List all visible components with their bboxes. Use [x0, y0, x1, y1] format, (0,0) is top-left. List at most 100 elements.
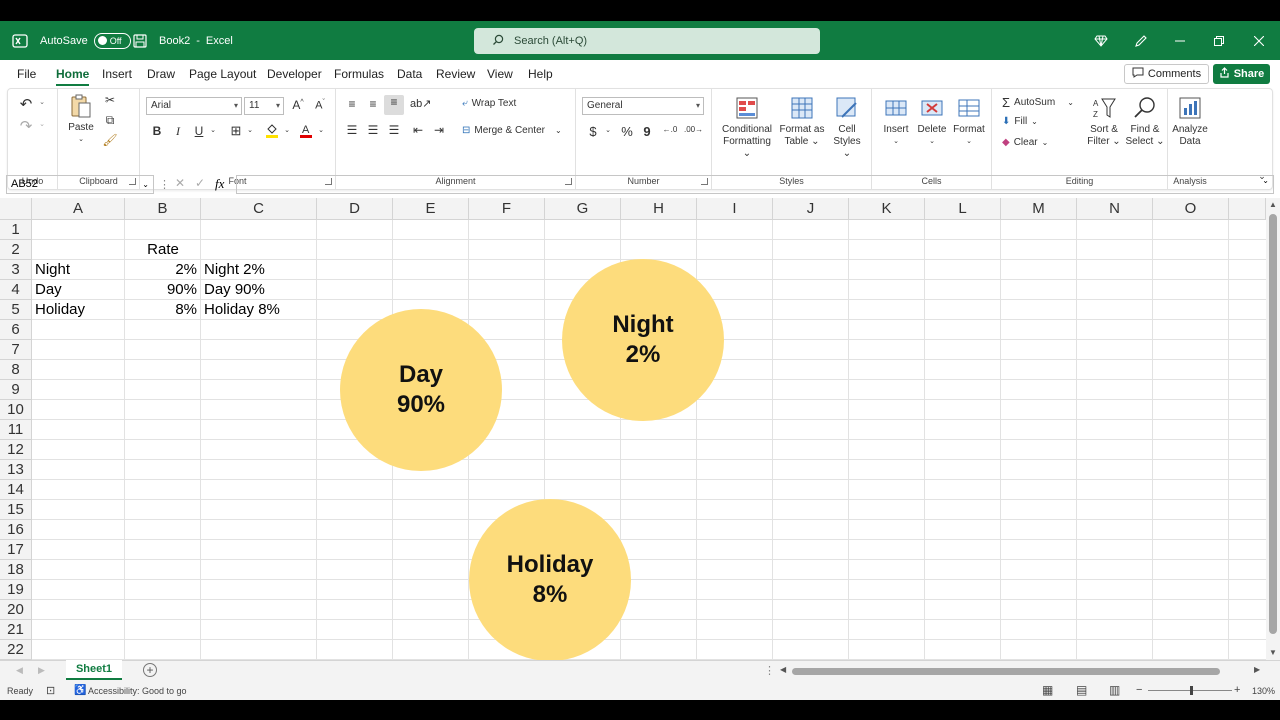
column-header-I[interactable]: I: [697, 198, 773, 220]
tab-insert[interactable]: Insert: [102, 60, 132, 88]
tab-splitter-icon[interactable]: ⋮: [764, 664, 775, 677]
cancel-entry-icon[interactable]: ✕: [175, 176, 185, 190]
align-right-icon[interactable]: ☰: [386, 123, 402, 137]
redo-icon[interactable]: ↷: [18, 117, 34, 135]
tab-data[interactable]: Data: [397, 60, 422, 88]
tab-view[interactable]: View: [487, 60, 513, 88]
percent-button[interactable]: %: [619, 124, 635, 139]
font-size-combo[interactable]: 11 ▾: [244, 97, 284, 115]
align-left-icon[interactable]: ☰: [344, 123, 360, 137]
zoom-level[interactable]: 130%: [1252, 686, 1275, 696]
increase-decimal-icon[interactable]: ←.0: [662, 125, 678, 134]
column-header-F[interactable]: F: [469, 198, 545, 220]
confirm-entry-icon[interactable]: ✓: [195, 176, 205, 190]
column-header-E[interactable]: E: [393, 198, 469, 220]
delete-cells-button[interactable]: Delete ⌄: [914, 95, 950, 148]
save-icon[interactable]: [133, 21, 147, 60]
find-select-button[interactable]: Find & Select ⌄: [1124, 95, 1166, 148]
row-header-6[interactable]: 6: [0, 320, 32, 340]
column-header-K[interactable]: K: [849, 198, 925, 220]
row-header-7[interactable]: 7: [0, 340, 32, 360]
next-sheet-icon[interactable]: ▶: [38, 665, 45, 676]
fill-color-icon[interactable]: [264, 122, 280, 141]
pen-icon[interactable]: [1134, 21, 1148, 60]
vertical-scrollbar[interactable]: ▲ ▼: [1266, 198, 1280, 660]
restore-icon[interactable]: [1214, 21, 1224, 60]
formula-input[interactable]: ⌄: [236, 175, 1274, 194]
number-format-combo[interactable]: General ▾: [582, 97, 704, 115]
cell-styles-button[interactable]: Cell Styles ⌄: [828, 95, 866, 160]
column-header-M[interactable]: M: [1001, 198, 1077, 220]
row-header-20[interactable]: 20: [0, 600, 32, 620]
currency-dropdown-icon[interactable]: ⌄: [600, 126, 616, 134]
bubble-night[interactable]: Night 2%: [562, 259, 724, 421]
paste-button[interactable]: Paste ⌄: [67, 93, 95, 146]
sort-filter-button[interactable]: AZ Sort & Filter ⌄: [1084, 95, 1124, 148]
tab-file[interactable]: File: [17, 60, 36, 88]
redo-dropdown-icon[interactable]: ⌄: [34, 120, 50, 128]
cell-B3[interactable]: 90%: [125, 280, 197, 300]
autosave-toggle[interactable]: AutoSave Off: [40, 21, 131, 60]
autosave-switch[interactable]: Off: [93, 32, 131, 49]
accessibility-icon[interactable]: ♿: [74, 685, 86, 696]
row-header-12[interactable]: 12: [0, 440, 32, 460]
name-box[interactable]: AB52 ⌄: [6, 175, 154, 194]
merge-center-button[interactable]: ⊟ Merge & Center ⌄: [462, 125, 562, 136]
scroll-left-icon[interactable]: ◀: [780, 665, 786, 674]
column-header-H[interactable]: H: [621, 198, 697, 220]
column-header-N[interactable]: N: [1077, 198, 1153, 220]
row-header-13[interactable]: 13: [0, 460, 32, 480]
scroll-up-icon[interactable]: ▲: [1269, 200, 1277, 209]
row-header-3[interactable]: 3: [0, 260, 32, 280]
conditional-formatting-button[interactable]: Conditional Formatting ⌄: [718, 95, 776, 160]
column-header-D[interactable]: D: [317, 198, 393, 220]
column-header-J[interactable]: J: [773, 198, 849, 220]
row-header-16[interactable]: 16: [0, 520, 32, 540]
row-header-4[interactable]: 4: [0, 280, 32, 300]
bold-button[interactable]: B: [149, 124, 165, 138]
decrease-decimal-icon[interactable]: .00→: [684, 125, 703, 134]
tab-home[interactable]: Home: [56, 60, 90, 88]
fill-button[interactable]: ⬇ Fill ⌄: [1002, 116, 1038, 127]
diamond-icon[interactable]: [1094, 21, 1108, 60]
row-header-10[interactable]: 10: [0, 400, 32, 420]
horizontal-scroll-thumb[interactable]: [792, 668, 1220, 675]
column-header-L[interactable]: L: [925, 198, 1001, 220]
align-center-icon[interactable]: ☰: [365, 123, 381, 137]
column-header-A[interactable]: A: [32, 198, 125, 220]
decrease-indent-icon[interactable]: ⇤: [410, 123, 426, 137]
bubble-day[interactable]: Day 90%: [340, 309, 502, 471]
comments-button[interactable]: Comments: [1124, 64, 1209, 84]
autosum-button[interactable]: Σ AutoSum ⌄: [1002, 95, 1074, 110]
minimize-icon[interactable]: [1175, 21, 1185, 60]
accessibility-status[interactable]: Accessibility: Good to go: [88, 686, 187, 696]
cell-C2[interactable]: Night 2%: [204, 260, 265, 280]
tab-formulas[interactable]: Formulas: [334, 60, 384, 88]
italic-button[interactable]: I: [170, 124, 186, 139]
cell-A3[interactable]: Day: [35, 280, 62, 300]
row-header-15[interactable]: 15: [0, 500, 32, 520]
font-color-icon[interactable]: A: [298, 122, 314, 141]
row-header-19[interactable]: 19: [0, 580, 32, 600]
cell-B2[interactable]: 2%: [125, 260, 197, 280]
undo-icon[interactable]: ↶: [18, 95, 34, 113]
comma-button[interactable]: 9: [639, 124, 655, 139]
spreadsheet-grid[interactable]: ABCDEFGHIJKLMNO 1 2 3 4 5 6 7 8 9 10 11 12 13 14 15 16 1…: [0, 198, 1266, 661]
page-layout-view-icon[interactable]: ▤: [1076, 683, 1087, 697]
cut-icon[interactable]: ✂: [102, 93, 118, 107]
row-header-17[interactable]: 17: [0, 540, 32, 560]
zoom-in-icon[interactable]: +: [1234, 684, 1240, 696]
tab-developer[interactable]: Developer: [267, 60, 322, 88]
cell-B4[interactable]: 8%: [125, 300, 197, 320]
align-bottom-icon[interactable]: ≡: [384, 95, 404, 115]
align-top-icon[interactable]: ≡: [344, 97, 360, 111]
column-header-C[interactable]: C: [201, 198, 317, 220]
cell-B1[interactable]: Rate: [125, 240, 201, 260]
row-header-11[interactable]: 11: [0, 420, 32, 440]
format-cells-button[interactable]: Format ⌄: [950, 95, 988, 148]
format-as-table-button[interactable]: Format as Table ⌄: [778, 95, 826, 148]
row-header-5[interactable]: 5: [0, 300, 32, 320]
cell-C3[interactable]: Day 90%: [204, 280, 265, 300]
sheet-tab-sheet1[interactable]: Sheet1: [66, 660, 122, 680]
more-icon[interactable]: ⋮: [159, 178, 170, 191]
